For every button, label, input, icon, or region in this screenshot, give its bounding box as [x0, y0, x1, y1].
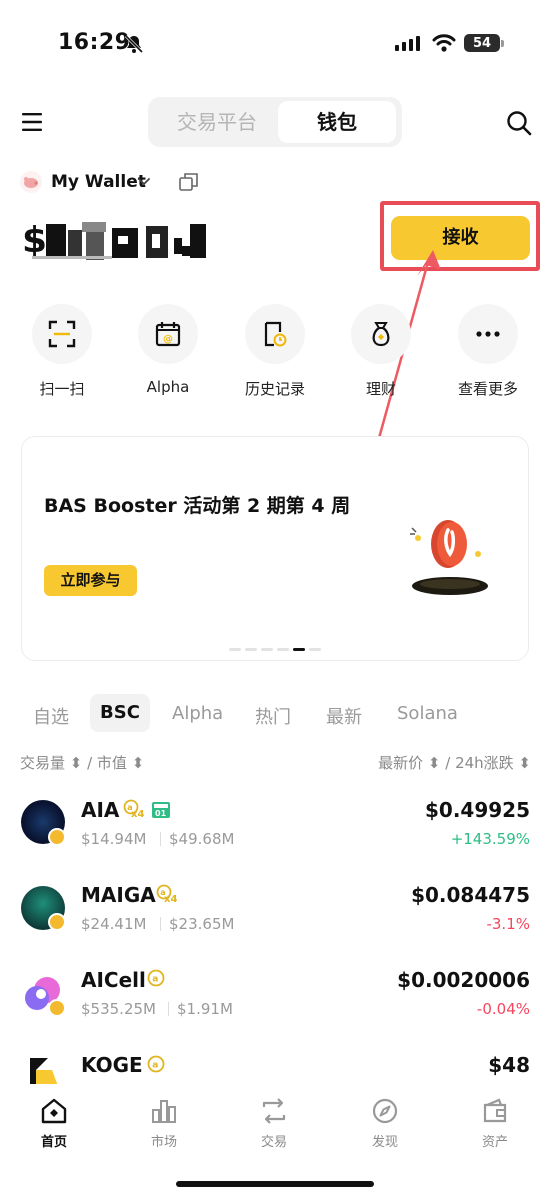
token-symbol: MAIGA — [81, 883, 156, 907]
wallet-name[interactable]: My Wallet — [51, 171, 146, 193]
join-now-button[interactable]: 立即参与 — [44, 565, 137, 596]
market-icon — [152, 1100, 176, 1123]
sort-price-change[interactable]: 最新价 ⬍ / 24h涨跌 ⬍ — [378, 752, 531, 773]
money-bag-icon — [372, 322, 390, 347]
bell-off-icon — [124, 34, 144, 54]
tab-solana[interactable]: Solana — [397, 703, 458, 724]
sort-volume-mcap[interactable]: 交易量 ⬍ / 市值 ⬍ — [20, 752, 144, 773]
scan-icon — [48, 320, 76, 348]
tab-hot[interactable]: 热门 — [255, 703, 291, 729]
token-volume: $14.94M — [81, 830, 147, 848]
token-price: $0.084475 — [411, 883, 530, 907]
battery-indicator: 54 — [464, 34, 500, 52]
token-koge-icon — [30, 1058, 58, 1086]
trading-tag-icon: 01 — [152, 802, 170, 818]
battery-tip — [501, 40, 504, 47]
action-history[interactable]: 历史记录 — [240, 304, 310, 399]
nav-market[interactable]: 市场 — [134, 1097, 194, 1150]
nav-trade[interactable]: 交易 — [244, 1097, 304, 1150]
nav-assets-label: 资产 — [481, 1135, 508, 1150]
bnb-chain-icon — [48, 913, 66, 931]
token-volume: $24.41M — [81, 915, 147, 933]
token-change: -0.04% — [476, 1000, 530, 1018]
menu-icon[interactable] — [22, 112, 44, 132]
token-price: $0.0020006 — [397, 968, 530, 992]
token-change: +143.59% — [450, 830, 530, 848]
wallet-avatar-icon — [20, 171, 42, 193]
tab-exchange[interactable]: 交易平台 — [162, 107, 272, 137]
action-alpha[interactable]: @ Alpha — [133, 304, 203, 396]
tab-newest[interactable]: 最新 — [326, 703, 362, 729]
action-scan[interactable]: 扫一扫 — [27, 304, 97, 399]
status-time: 16:29 — [58, 30, 131, 55]
more-icon — [476, 331, 500, 337]
token-price: $0.49925 — [424, 798, 530, 822]
svg-text:a: a — [152, 1060, 158, 1070]
search-icon[interactable] — [506, 110, 532, 136]
history-icon — [264, 321, 287, 347]
signal-icon — [395, 36, 420, 51]
svg-text:$: $ — [22, 220, 47, 261]
nav-trade-label: 交易 — [260, 1135, 287, 1150]
wallet-balance-obscured: $ — [22, 220, 206, 261]
receive-button[interactable]: 接收 — [391, 216, 530, 260]
divider — [160, 917, 161, 931]
alpha-tag-icon: a — [147, 1055, 165, 1073]
token-mcap: $23.65M — [169, 915, 235, 933]
svg-text:a: a — [152, 974, 158, 984]
multiplier-tag: x4 — [131, 809, 145, 820]
assets-icon — [483, 1098, 507, 1123]
tab-bsc[interactable]: BSC — [90, 694, 150, 732]
token-price: $48 — [488, 1053, 530, 1077]
bnb-chain-icon — [48, 999, 66, 1017]
action-more[interactable]: 查看更多 — [453, 304, 523, 399]
action-alpha-label: Alpha — [146, 378, 190, 396]
tab-favorites[interactable]: 自选 — [33, 703, 69, 729]
token-volume: $535.25M — [81, 1000, 156, 1018]
action-earn[interactable]: 理财 — [346, 304, 416, 399]
nav-home-label: 首页 — [40, 1135, 67, 1150]
action-history-label: 历史记录 — [244, 380, 305, 398]
nav-discover-label: 发现 — [371, 1135, 398, 1150]
divider — [160, 832, 161, 846]
divider — [168, 1002, 169, 1016]
tab-wallet[interactable]: 钱包 — [278, 101, 396, 143]
svg-text:@: @ — [163, 334, 173, 345]
trade-icon — [262, 1098, 286, 1124]
alpha-tag-icon: a — [147, 969, 165, 987]
nav-home[interactable]: 首页 — [24, 1097, 84, 1150]
multiplier-tag: x4 — [164, 894, 178, 905]
action-earn-label: 理财 — [365, 380, 396, 398]
nav-assets[interactable]: 资产 — [465, 1097, 525, 1150]
token-mcap: $1.91M — [177, 1000, 233, 1018]
banner-title: BAS Booster 活动第 2 期第 4 周 — [44, 495, 351, 517]
tab-alpha[interactable]: Alpha — [172, 703, 223, 724]
action-more-label: 查看更多 — [457, 380, 518, 398]
action-scan-label: 扫一扫 — [39, 380, 85, 398]
bnb-chain-icon — [48, 828, 66, 846]
wifi-icon — [432, 34, 456, 52]
token-symbol: AICell — [81, 968, 146, 992]
token-mcap: $49.68M — [169, 830, 235, 848]
nav-discover[interactable]: 发现 — [355, 1097, 415, 1150]
home-indicator — [176, 1181, 374, 1187]
banner-pagination — [229, 648, 321, 651]
nav-market-label: 市场 — [150, 1135, 177, 1150]
svg-text:01: 01 — [155, 809, 167, 818]
copy-icon[interactable] — [179, 172, 199, 192]
coin-illustration-icon — [410, 520, 488, 595]
token-symbol: AIA — [81, 798, 120, 822]
alpha-calendar-icon: @ — [155, 322, 181, 347]
chevron-down-icon[interactable] — [137, 176, 151, 188]
token-symbol: KOGE — [81, 1053, 143, 1077]
discover-icon — [372, 1098, 398, 1124]
token-change: -3.1% — [486, 915, 530, 933]
home-icon — [41, 1098, 67, 1124]
